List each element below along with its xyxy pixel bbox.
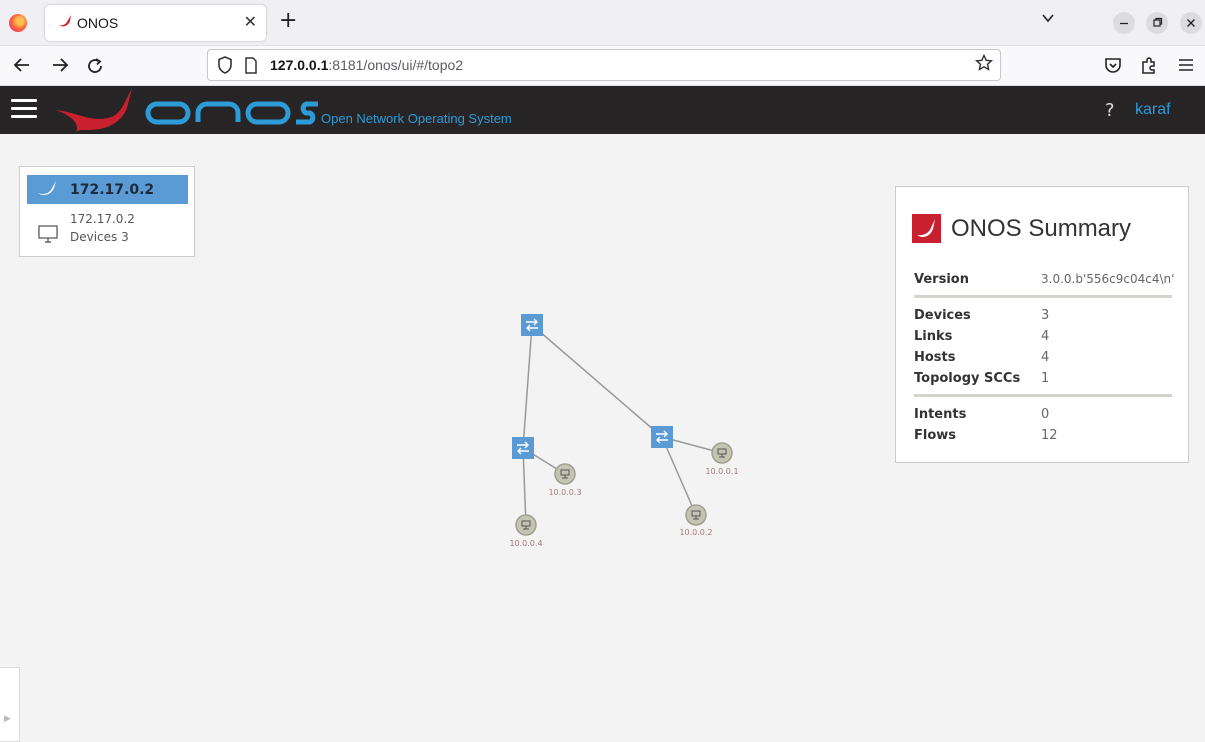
url-path: :8181/onos/ui/#/topo2 <box>328 57 464 73</box>
tracking-shield-icon[interactable] <box>217 56 233 74</box>
pocket-icon[interactable] <box>1104 57 1122 74</box>
reload-icon[interactable] <box>86 57 104 75</box>
url-text: 127.0.0.1:8181/onos/ui/#/topo2 <box>270 57 463 73</box>
host-label: 10.0.0.2 <box>679 528 712 537</box>
summary-value: 0 <box>1041 407 1050 422</box>
user-menu[interactable]: karaf <box>1135 101 1171 119</box>
host-10-0-0-4[interactable] <box>515 514 537 536</box>
onos-bird-icon <box>912 214 941 243</box>
summary-label: Topology SCCs <box>914 371 1021 386</box>
summary-value: 3.0.0.b'556c9c04c4\n' <box>1041 272 1175 286</box>
onos-logo[interactable] <box>56 88 318 134</box>
restore-window-button[interactable] <box>1146 12 1168 34</box>
summary-divider <box>914 295 1172 298</box>
bookmark-star-icon[interactable] <box>975 54 993 72</box>
switch-device-3[interactable] <box>651 426 673 448</box>
topology-view[interactable]: 10.0.0.1 10.0.0.2 10.0.0.3 10.0.0.4 <box>0 134 880 614</box>
link-s1-s3[interactable] <box>531 324 663 438</box>
summary-value: 4 <box>1041 329 1050 344</box>
tab-title: ONOS <box>77 15 119 31</box>
summary-value: 3 <box>1041 308 1050 323</box>
link-s3-h2[interactable] <box>661 436 697 516</box>
host-label: 10.0.0.1 <box>705 467 738 476</box>
summary-value: 12 <box>1041 428 1058 443</box>
switch-device-2[interactable] <box>512 437 534 459</box>
summary-label: Links <box>914 329 953 344</box>
onos-bird-icon <box>59 15 71 27</box>
host-10-0-0-1[interactable] <box>711 442 733 464</box>
onos-masthead: Open Network Operating System ? karaf <box>0 86 1205 134</box>
list-tabs-chevron-icon[interactable] <box>1041 11 1055 25</box>
page-info-icon[interactable] <box>244 57 258 74</box>
triangle-right-icon: ▶ <box>4 714 11 724</box>
summary-value: 4 <box>1041 350 1050 365</box>
host-label: 10.0.0.4 <box>509 539 542 548</box>
summary-divider <box>914 394 1172 397</box>
host-label: 10.0.0.3 <box>548 488 581 497</box>
summary-value: 1 <box>1041 371 1050 386</box>
tab-close-icon[interactable]: ✕ <box>244 12 257 31</box>
browser-tab-onos[interactable]: ONOS ✕ <box>45 5 266 41</box>
switch-device-1[interactable] <box>521 314 543 336</box>
firefox-icon[interactable] <box>9 14 27 32</box>
host-10-0-0-3[interactable] <box>554 463 576 485</box>
help-icon[interactable]: ? <box>1105 100 1115 121</box>
onos-subtitle: Open Network Operating System <box>321 111 512 126</box>
extensions-puzzle-icon[interactable] <box>1140 56 1158 74</box>
summary-label: Devices <box>914 308 971 323</box>
host-10-0-0-2[interactable] <box>685 504 707 526</box>
address-bar[interactable]: 127.0.0.1:8181/onos/ui/#/topo2 <box>207 49 1001 81</box>
forward-arrow-icon[interactable] <box>51 57 69 73</box>
link-s1-s2[interactable] <box>522 324 533 449</box>
summary-label: Flows <box>914 428 957 443</box>
new-tab-button[interactable]: + <box>279 8 297 33</box>
summary-label: Version <box>914 272 969 287</box>
summary-label: Hosts <box>914 350 956 365</box>
summary-label: Intents <box>914 407 967 422</box>
url-host: 127.0.0.1 <box>270 57 329 73</box>
close-window-button[interactable] <box>1180 12 1202 34</box>
summary-title: ONOS Summary <box>951 215 1132 242</box>
browser-nav-bar: 127.0.0.1:8181/onos/ui/#/topo2 <box>0 46 1205 86</box>
link-s2-h4[interactable] <box>522 447 527 526</box>
onos-summary-panel: ONOS Summary Version 3.0.0.b'556c9c04c4\… <box>895 186 1189 463</box>
browser-tab-bar: ONOS ✕ + <box>0 0 1205 46</box>
side-drawer-toggle[interactable]: ▶ <box>0 667 20 742</box>
app-menu-icon[interactable] <box>1178 58 1194 72</box>
back-arrow-icon[interactable] <box>13 57 31 73</box>
nav-menu-hamburger-icon[interactable] <box>11 99 37 119</box>
minimize-window-button[interactable] <box>1113 12 1135 34</box>
